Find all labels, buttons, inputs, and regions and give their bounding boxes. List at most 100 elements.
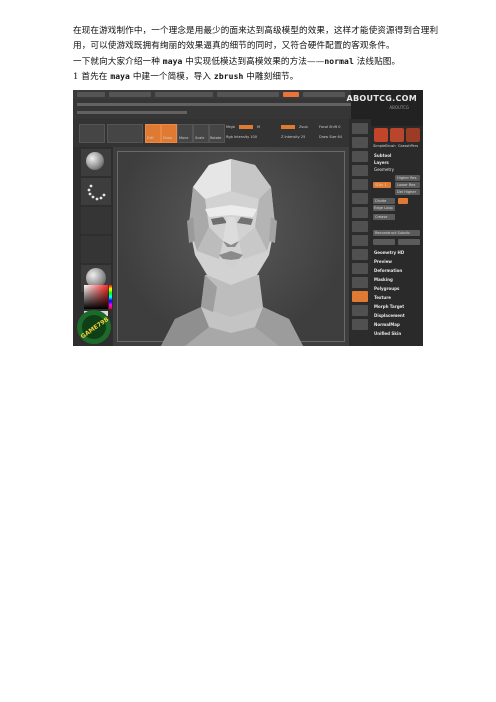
rotate-label: Rotate [210,136,222,140]
geometry-header: Geometry [374,167,394,172]
move-button: Move [177,124,193,143]
rgb-toggle [239,125,253,129]
pal-label: SimpleBrush [373,144,396,148]
menu-items [77,103,387,106]
edge-loop-button: Edge Loop [373,205,395,211]
xyz-toggle [352,291,368,302]
zsub-label: Zsub [299,125,308,129]
draw-button: Draw [161,124,177,143]
deformation-header: Deformation [374,268,403,273]
text-segment: 中雕刻细节。 [243,72,299,82]
maya-term: maya [110,72,130,81]
preview-header: Preview [374,259,393,264]
edit-label: Edit [147,136,154,140]
lightbox-button [79,124,105,143]
menu-bar [73,99,393,119]
displacement-header: Displacement [374,313,405,318]
right-shelf [349,119,371,346]
polygroups-header: Polygroups [374,286,400,291]
lower-res-button: Lower Res [395,182,420,188]
normalmap-header: NormalMap [374,322,400,327]
menu-items [77,111,187,114]
geometry-hd-header: Geometry HD [374,250,405,255]
shelf-button [352,179,368,190]
shelf-button [352,305,368,316]
title-segment [155,92,213,97]
game798-badge-icon: GAME798 [77,310,111,344]
simplebrush-icon [374,128,388,142]
brush-icon [86,152,104,170]
head-model [161,159,303,346]
projection-master-button [107,124,143,143]
del-higher-label: Del Higher [397,190,417,194]
grasshpers-icon [406,128,420,142]
watermark-sub: ABOUTCG [389,105,409,110]
rotate-button: Rotate [209,124,225,143]
rgb-intensity-label: Rgb Intensity 100 [226,135,258,139]
shelf-button [352,207,368,218]
edge-loop-label: Edge Loop [374,206,393,210]
text-segment: 中建一个简模，导入 [129,72,214,82]
texture-tile [81,236,111,263]
tool-palette: SimpleBrush GrasshPers Subtool Layers Ge… [371,126,423,346]
sdiv-slider: SDiv 1 [373,182,391,188]
normal-term: normal [324,57,354,66]
shelf-button [352,249,368,260]
menu-button [283,92,299,97]
morph-target-header: Morph Target [374,304,405,309]
crease-button: Crease [373,214,395,220]
title-segment [77,92,105,97]
title-segment [217,92,279,97]
higher-res-button: Higher Res [395,175,420,181]
draw-size-label: Draw Size 64 [319,135,343,139]
text-segment: 一下就向大家介绍一种 [73,57,163,67]
layers-header: Layers [374,160,389,165]
texture-header: Texture [374,295,391,300]
maya-term: maya [162,57,183,66]
text-segment: 中实现低模达到高模效果的方法—— [182,57,325,67]
zbrush-screenshot: ABOUTCG.COM ABOUTCG Edit Draw Move Scale… [73,90,423,346]
move-label: Move [179,136,189,140]
paragraph-intro: 在现在游戏制作中，一个理念是用最少的面来达到高级模型的效果，这样才能使资源得到合… [73,26,439,51]
paragraph-step-1: 1 首先在 maya 中建一个简模，导入 zbrush 中雕刻细节。 [73,69,443,85]
divide-label: Divide [375,199,387,203]
edit-button: Edit [145,124,161,143]
zbrush-term: zbrush [213,72,244,81]
higher-res-label: Higher Res [397,176,417,180]
subtool-header: Subtool [374,153,392,158]
shelf-button [352,137,368,148]
unified-skin-header: Unified Skin [374,331,402,336]
mrgb-label: Mrgb [226,125,235,129]
palette-button [373,239,395,245]
divide-button: Divide [373,198,395,204]
zadd-toggle [281,125,295,129]
draw-label: Draw [163,136,173,140]
focal-shift-label: Focal Shift 0 [319,125,341,129]
m-label: M [257,125,261,129]
crease-label: Crease [375,215,388,219]
shelf-button [352,123,368,134]
z-intensity-label: Z Intensity 25 [281,135,306,139]
color-picker [84,285,108,309]
paragraph-method: 一下就向大家介绍一种 maya 中实现低模达到高模效果的方法——normal 法… [73,54,443,70]
shelf-button [352,221,368,232]
hue-strip [109,285,112,309]
palette-button [398,239,420,245]
shelf-button [352,263,368,274]
watermark-logo: ABOUTCG.COM [346,94,417,103]
shelf-button [352,165,368,176]
smt-toggle [398,198,408,204]
pal-label: GrasshPers [398,144,419,148]
tool-shelf: Edit Draw Move Scale Rotate Mrgb M Rgb I… [73,119,349,147]
title-segment [109,92,151,97]
shelf-button [352,151,368,162]
polymesh-icon [390,128,404,142]
brush-tile [81,149,111,176]
reconstruct-subdiv-button: Reconstruct Subdiv [373,230,420,236]
shelf-button [352,319,368,330]
reconstruct-label: Reconstruct Subdiv [375,231,410,235]
masking-header: Masking [374,277,393,282]
del-higher-button: Del Higher [395,189,420,195]
lower-res-label: Lower Res [397,183,416,187]
shelf-button [352,235,368,246]
